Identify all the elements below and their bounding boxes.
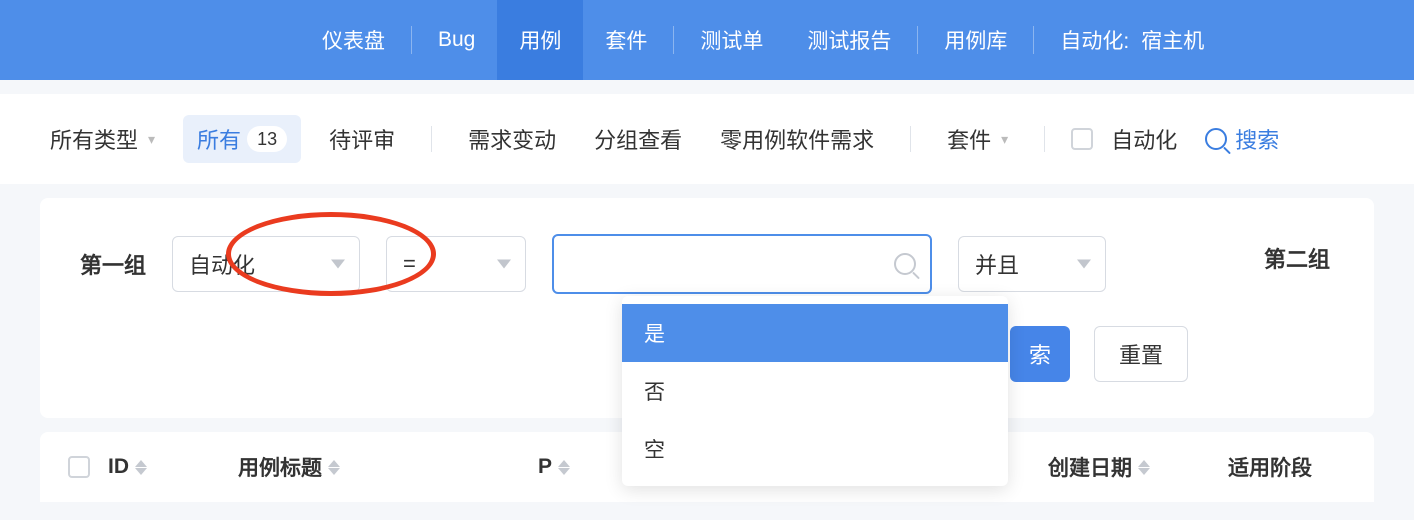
field-select[interactable]: 自动化 — [172, 236, 360, 292]
operator-select-value: = — [403, 251, 416, 277]
topnav: 仪表盘 Bug 用例 套件 测试单 测试报告 用例库 自动化: 宿主机 — [0, 0, 1414, 80]
filter-all-types-label: 所有类型 — [50, 123, 138, 155]
th-id[interactable]: ID — [108, 455, 238, 479]
filter-panel: 第一组 自动化 = 并且 第二组 是 否 空 索 重置 — [40, 198, 1374, 418]
value-dropdown: 是 否 空 — [622, 296, 1008, 486]
nav-report[interactable]: 测试报告 — [785, 0, 913, 80]
group2-label: 第二组 — [1264, 242, 1330, 274]
filter-zero-req[interactable]: 零用例软件需求 — [710, 117, 884, 161]
logic-select[interactable]: 并且 — [958, 236, 1106, 292]
filter-all-label: 所有 — [197, 123, 241, 155]
subbar: 所有类型 ▾ 所有 13 待评审 需求变动 分组查看 零用例软件需求 套件 ▾ … — [0, 94, 1414, 184]
dropdown-option-no[interactable]: 否 — [622, 362, 1008, 420]
sort-icon — [135, 460, 147, 475]
checkbox-automation-label: 自动化 — [1111, 117, 1187, 161]
sort-icon — [1138, 460, 1150, 475]
chevron-down-icon: ▾ — [148, 131, 155, 148]
th-title-label: 用例标题 — [238, 452, 322, 482]
th-stage-label: 适用阶段 — [1228, 452, 1312, 482]
sort-icon — [558, 460, 570, 475]
nav-sep — [917, 26, 918, 54]
subbar-search[interactable]: 搜索 — [1205, 123, 1279, 155]
th-title[interactable]: 用例标题 — [238, 452, 538, 482]
reset-button[interactable]: 重置 — [1094, 326, 1188, 382]
value-input[interactable] — [568, 251, 894, 277]
nav-automation-label: 自动化: — [1038, 0, 1137, 80]
filter-req-change[interactable]: 需求变动 — [458, 117, 566, 161]
dropdown-option-empty[interactable]: 空 — [622, 420, 1008, 478]
field-select-value: 自动化 — [189, 248, 255, 280]
chevron-down-icon: ▾ — [1001, 131, 1008, 148]
chevron-down-icon — [331, 260, 345, 269]
filter-all[interactable]: 所有 13 — [183, 115, 301, 163]
chevron-down-icon — [497, 260, 511, 269]
checkbox-automation[interactable] — [1071, 128, 1093, 150]
filter-pending[interactable]: 待评审 — [319, 117, 405, 161]
nav-bug[interactable]: Bug — [416, 0, 497, 80]
search-icon — [1205, 128, 1227, 150]
th-id-label: ID — [108, 455, 129, 479]
th-p-label: P — [538, 455, 552, 479]
sub-sep — [431, 126, 432, 152]
value-input-wrap — [552, 234, 932, 294]
nav-host[interactable]: 宿主机 — [1137, 0, 1226, 80]
nav-sep — [411, 26, 412, 54]
checkbox-select-all[interactable] — [68, 456, 90, 478]
nav-testorder[interactable]: 测试单 — [678, 0, 785, 80]
logic-select-value: 并且 — [975, 248, 1019, 280]
subbar-search-label: 搜索 — [1235, 123, 1279, 155]
sub-sep — [1044, 126, 1045, 152]
nav-dashboard[interactable]: 仪表盘 — [300, 0, 407, 80]
th-date[interactable]: 创建日期 — [1048, 452, 1228, 482]
sub-sep — [910, 126, 911, 152]
dropdown-option-yes[interactable]: 是 — [622, 304, 1008, 362]
nav-sep — [1033, 26, 1034, 54]
search-button[interactable]: 索 — [1010, 326, 1070, 382]
filter-group-view[interactable]: 分组查看 — [584, 117, 692, 161]
filter-row: 第一组 自动化 = 并且 — [80, 234, 1334, 294]
sort-icon — [328, 460, 340, 475]
filter-all-types[interactable]: 所有类型 ▾ — [40, 117, 165, 161]
nav-suite[interactable]: 套件 — [583, 0, 669, 80]
nav-case[interactable]: 用例 — [497, 0, 583, 80]
search-icon — [894, 253, 916, 275]
filter-suite-label: 套件 — [947, 123, 991, 155]
filter-suite[interactable]: 套件 ▾ — [937, 117, 1018, 161]
nav-sep — [673, 26, 674, 54]
operator-select[interactable]: = — [386, 236, 526, 292]
group1-label: 第一组 — [80, 248, 146, 280]
filter-all-count: 13 — [247, 126, 287, 152]
th-date-label: 创建日期 — [1048, 452, 1132, 482]
nav-caselib[interactable]: 用例库 — [922, 0, 1029, 80]
th-stage[interactable]: 适用阶段 — [1228, 452, 1312, 482]
chevron-down-icon — [1077, 260, 1091, 269]
